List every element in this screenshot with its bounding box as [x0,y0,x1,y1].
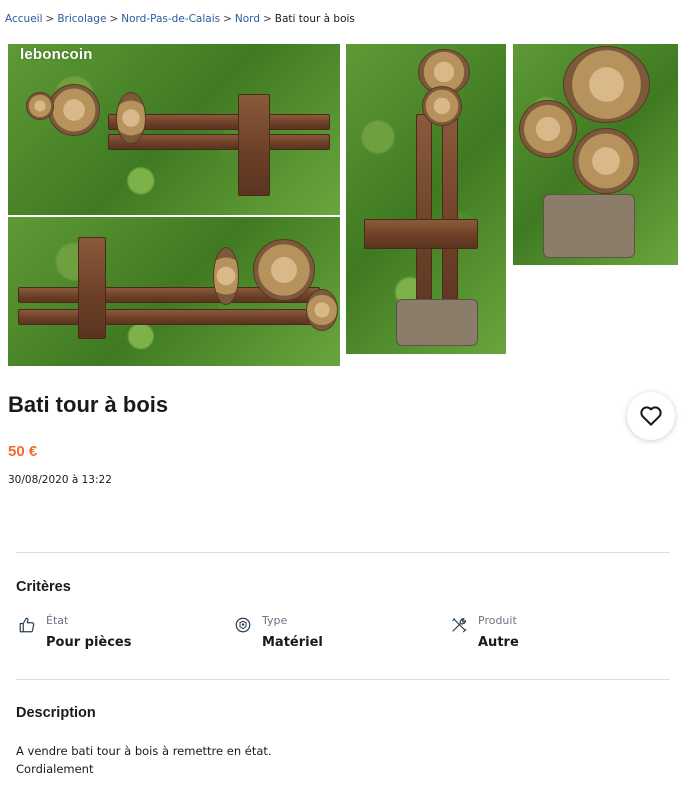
leboncoin-watermark: leboncoin [20,46,93,63]
listing-title: Bati tour à bois [8,392,169,417]
breadcrumb-separator: > [262,13,272,25]
description-body: A vendre bati tour à bois à remettre en … [16,742,272,778]
breadcrumb-separator: > [109,13,119,25]
divider [16,679,670,680]
listing-date: 30/08/2020 à 13:22 [8,474,112,486]
favorite-button[interactable] [627,392,675,440]
divider [16,552,670,553]
criteria-value: Matériel [262,635,323,650]
photo-3[interactable] [346,44,506,354]
photo-4[interactable] [513,44,678,265]
criteria-heading: Critères [16,579,71,595]
tools-cross-icon [448,614,470,638]
heart-icon [640,406,662,426]
breadcrumb: Accueil > Bricolage > Nord-Pas-de-Calais > Nor… [5,13,355,25]
criteria-value: Pour pièces [46,635,132,650]
thumbs-up-icon [16,614,38,638]
description-heading: Description [16,705,96,721]
breadcrumb-link-bricolage[interactable]: Bricolage [57,13,106,25]
breadcrumb-separator: > [45,13,55,25]
criteria-type: Type Matériel [232,614,323,651]
breadcrumb-separator: > [223,13,232,25]
criteria-value: Autre [478,635,519,650]
breadcrumb-link-accueil[interactable]: Accueil [5,13,43,25]
photo-main[interactable]: leboncoin [8,44,340,215]
criteria-produit: Produit Autre [448,614,519,651]
criteria-label: Type [262,614,288,627]
description-line: Cordialement [16,762,94,776]
breadcrumb-link-region[interactable]: Nord-Pas-de-Calais [121,13,220,25]
criteria-label: État [46,614,69,627]
criteria-etat: État Pour pièces [16,614,132,651]
breadcrumb-current: Bati tour à bois [274,13,355,25]
criteria-label: Produit [478,614,517,627]
listing-price: 50 € [8,443,38,460]
photo-gallery: leboncoin [8,44,678,366]
description-line: A vendre bati tour à bois à remettre en … [16,744,272,758]
photo-2[interactable] [8,217,340,366]
breadcrumb-link-department[interactable]: Nord [235,13,260,25]
tool-type-icon [232,614,254,638]
